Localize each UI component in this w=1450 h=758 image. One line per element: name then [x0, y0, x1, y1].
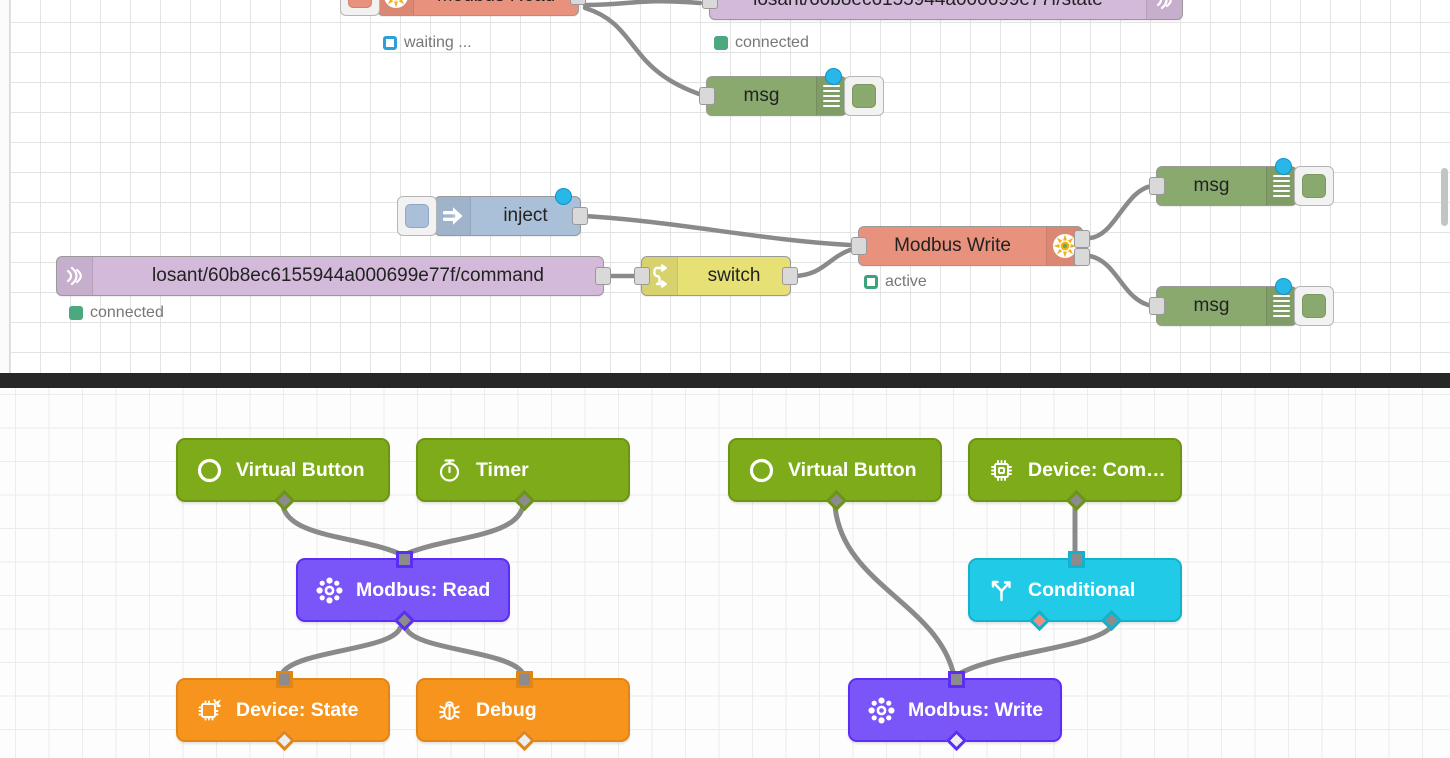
debug-toggle-button[interactable]: [1294, 286, 1334, 326]
input-port[interactable]: [699, 87, 715, 105]
losant-node-device-command[interactable]: Device: Com…: [968, 438, 1182, 512]
input-square[interactable]: [276, 671, 293, 688]
losant-node-modbus-write-label: Modbus: Write: [908, 698, 1044, 721]
inject-active-badge: [555, 188, 572, 205]
node-mqtt-in-command[interactable]: losant/60b8ec6155944a000699e77f/command: [56, 256, 611, 296]
mqtt-icon: [1146, 0, 1182, 19]
node-switch[interactable]: switch: [634, 256, 798, 296]
output-port[interactable]: [595, 267, 611, 285]
losant-node-virtual-button-2-label: Virtual Button: [788, 458, 917, 481]
node-mqtt-in-command-label: losant/60b8ec6155944a000699e77f/command: [152, 265, 544, 286]
bug-icon: [436, 697, 463, 724]
node-debug-msg-2-label: msg: [1193, 175, 1230, 196]
modbus-icon: [316, 577, 343, 604]
input-port[interactable]: [634, 267, 650, 285]
circle-icon: [196, 457, 223, 484]
losant-node-conditional-label: Conditional: [1028, 578, 1136, 601]
modbus-read-button[interactable]: [340, 0, 380, 16]
node-debug-msg-3-label: msg: [1193, 295, 1230, 316]
node-debug-msg-3[interactable]: msg: [1149, 278, 1334, 326]
inject-trigger-button[interactable]: [397, 196, 437, 236]
canvas-left-edge: [0, 0, 10, 373]
node-modbus-write-label: Modbus Write: [894, 235, 1011, 256]
input-port[interactable]: [1149, 297, 1165, 315]
node-red-canvas[interactable]: Modbus Read waiting ... losant/60b8ec615…: [0, 0, 1450, 373]
losant-node-virtual-button-2[interactable]: Virtual Button: [728, 438, 942, 512]
debug-toggle-button[interactable]: [844, 76, 884, 116]
losant-node-timer[interactable]: Timer: [416, 438, 630, 512]
mqtt-command-status-label: connected: [90, 304, 164, 321]
branch-icon: [988, 577, 1015, 604]
inject-arrow-icon: [435, 197, 471, 235]
output-port[interactable]: [570, 0, 586, 5]
node-modbus-write[interactable]: Modbus Write: [851, 226, 1090, 266]
losant-node-conditional[interactable]: Conditional: [968, 551, 1182, 632]
output-port-1[interactable]: [1074, 230, 1090, 248]
output-port[interactable]: [782, 267, 798, 285]
losant-node-virtual-button-1-label: Virtual Button: [236, 458, 365, 481]
modbus-write-status-label: active: [885, 273, 927, 290]
node-switch-label: switch: [707, 265, 761, 286]
input-square[interactable]: [948, 671, 965, 688]
debug-active-badge: [1275, 158, 1292, 175]
input-port[interactable]: [702, 0, 718, 9]
modbus-write-status: active: [864, 273, 927, 291]
losant-node-device-state-label: Device: State: [236, 698, 359, 721]
losant-node-timer-label: Timer: [476, 458, 529, 481]
mqtt-state-status-label: connected: [735, 34, 809, 51]
modbus-read-status-label: waiting ...: [404, 34, 472, 51]
status-dot-connected: [69, 306, 83, 320]
input-port[interactable]: [1149, 177, 1165, 195]
losant-node-modbus-read[interactable]: Modbus: Read: [296, 551, 510, 632]
mqtt-state-status: connected: [714, 34, 809, 52]
node-inject[interactable]: inject: [397, 188, 588, 236]
losant-node-device-command-label: Device: Com…: [1028, 458, 1166, 481]
debug-toggle-button[interactable]: [1294, 166, 1334, 206]
debug-active-badge: [1275, 278, 1292, 295]
device-chip-icon: [988, 457, 1015, 484]
modbus-icon: [868, 697, 895, 724]
losant-node-modbus-read-label: Modbus: Read: [356, 578, 491, 601]
losant-node-modbus-write[interactable]: Modbus: Write: [848, 671, 1062, 752]
debug-active-badge: [825, 68, 842, 85]
vertical-scrollbar[interactable]: [1441, 168, 1448, 226]
modbus-read-status: waiting ...: [383, 34, 472, 52]
node-mqtt-out-state-label: losant/60b8ec6155944a000699e77f/state: [710, 0, 1146, 11]
losant-canvas[interactable]: Virtual Button Timer Virtual Button Devi…: [0, 388, 1450, 758]
losant-node-debug-label: Debug: [476, 698, 537, 721]
screen-root: Modbus Read waiting ... losant/60b8ec615…: [0, 0, 1450, 758]
node-mqtt-out-state[interactable]: losant/60b8ec6155944a000699e77f/state: [702, 0, 1183, 20]
panel-divider[interactable]: [0, 373, 1450, 388]
node-debug-msg-1[interactable]: msg: [699, 68, 884, 116]
status-dot-connected: [714, 36, 728, 50]
node-debug-msg-2[interactable]: msg: [1149, 158, 1334, 206]
status-dot-active: [864, 275, 878, 289]
losant-node-device-state[interactable]: Device: State: [176, 671, 390, 752]
input-square[interactable]: [396, 551, 413, 568]
mqtt-command-status: connected: [69, 304, 164, 322]
losant-node-virtual-button-1[interactable]: Virtual Button: [176, 438, 390, 512]
device-state-icon: [196, 697, 223, 724]
output-port-2[interactable]: [1074, 248, 1090, 266]
status-dot-waiting: [383, 36, 397, 50]
input-square[interactable]: [1068, 551, 1085, 568]
node-modbus-read[interactable]: Modbus Read: [340, 0, 586, 16]
node-inject-label: inject: [503, 205, 548, 226]
node-modbus-read-label: Modbus Read: [414, 0, 578, 7]
losant-node-debug[interactable]: Debug: [416, 671, 630, 752]
mqtt-icon: [57, 257, 93, 295]
input-square[interactable]: [516, 671, 533, 688]
node-debug-msg-1-label: msg: [743, 85, 780, 106]
timer-icon: [436, 457, 463, 484]
circle-icon: [748, 457, 775, 484]
output-port[interactable]: [572, 207, 588, 225]
modbus-icon: [378, 0, 414, 15]
input-port[interactable]: [851, 237, 867, 255]
